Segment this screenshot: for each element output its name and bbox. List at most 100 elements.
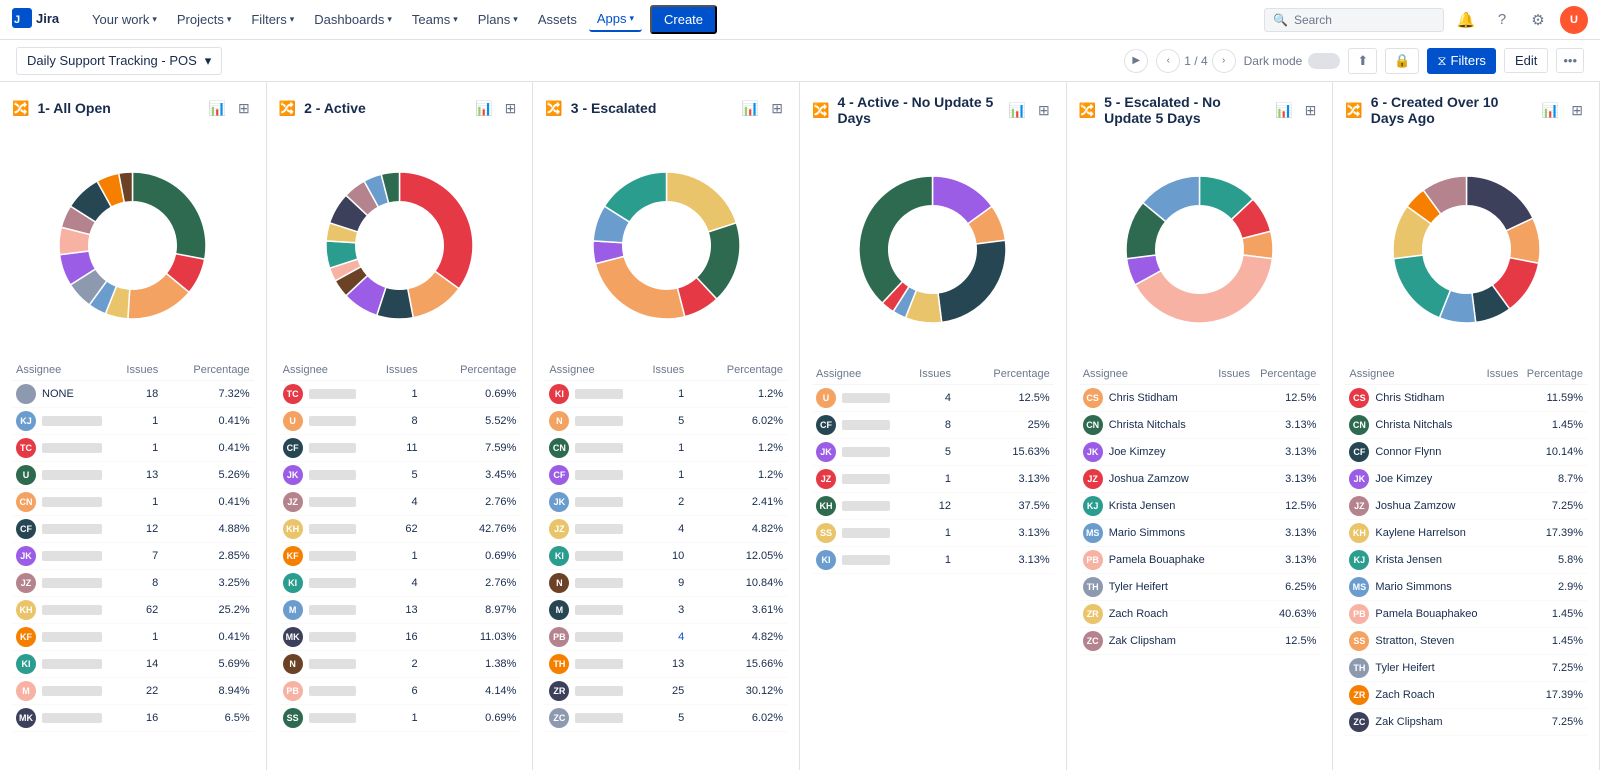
dashboard-nav: Daily Support Tracking - POS ▾ ▶ ‹ 1 / 4… <box>0 40 1600 82</box>
gadget-icon-g2: 🔀 <box>279 100 296 117</box>
chevron-down-icon: ▾ <box>387 14 392 25</box>
issues-cell: 4 <box>360 489 421 516</box>
assignee-cell: SS <box>279 705 361 732</box>
dark-mode-switch[interactable] <box>1308 53 1340 69</box>
chart-icon-g1[interactable]: 📊 <box>205 98 230 119</box>
avatar-sm: ZR <box>1349 685 1369 705</box>
pct-cell: 3.13% <box>1254 547 1320 574</box>
create-button[interactable]: Create <box>650 5 717 34</box>
assignee-cell: CN Christa Nitchals <box>1345 412 1482 439</box>
blurred-name <box>842 501 890 511</box>
col-pct: Percentage <box>162 360 253 381</box>
donut-g4 <box>812 134 1054 364</box>
issues-cell <box>1482 412 1522 439</box>
assignee-name: Chris Stidham <box>1109 392 1178 404</box>
avatar-sm: MS <box>1349 577 1369 597</box>
table-icon-g4[interactable]: ⊞ <box>1034 100 1054 121</box>
topnav-right: 🔍 Search 🔔 ? ⚙ U <box>1264 6 1588 34</box>
table-icon-g1[interactable]: ⊞ <box>234 98 254 119</box>
notifications-icon[interactable]: 🔔 <box>1452 6 1480 34</box>
assignee-cell: CF <box>545 462 627 489</box>
avatar-sm: MK <box>283 627 303 647</box>
help-icon[interactable]: ? <box>1488 6 1516 34</box>
dashboard-name: Daily Support Tracking - POS <box>27 53 197 68</box>
table-row: CS Chris Stidham 11.59% <box>1345 385 1587 412</box>
table-row: CN Christa Nitchals 3.13% <box>1079 412 1321 439</box>
next-button[interactable]: › <box>1212 49 1236 73</box>
table-row: JK 5 3.45% <box>279 462 521 489</box>
dashboard-selector[interactable]: Daily Support Tracking - POS ▾ <box>16 47 222 75</box>
edit-button[interactable]: Edit <box>1504 48 1548 73</box>
nav-arrows: ‹ 1 / 4 › <box>1156 49 1235 73</box>
pct-cell: 6.02% <box>688 408 787 435</box>
chart-icon-g4[interactable]: 📊 <box>1005 100 1030 121</box>
nav-plans[interactable]: Plans ▾ <box>470 8 526 31</box>
nav-apps[interactable]: Apps ▾ <box>589 7 642 32</box>
blurred-name <box>309 389 357 399</box>
table-row: KH 62 42.76% <box>279 516 521 543</box>
data-table-g1: Assignee Issues Percentage NONE 18 7.32%… <box>12 360 254 732</box>
issues-cell: 4 <box>627 624 688 651</box>
table-row: KF 1 0.41% <box>12 624 254 651</box>
pct-cell: 0.69% <box>422 543 521 570</box>
filters-button[interactable]: ⧖ Filters <box>1427 48 1496 74</box>
lock-button[interactable]: 🔒 <box>1385 48 1419 74</box>
donut-g2 <box>279 130 521 360</box>
pct-cell: 8.94% <box>162 678 253 705</box>
prev-button[interactable]: ‹ <box>1156 49 1180 73</box>
jira-logo[interactable]: J Jira <box>12 8 72 32</box>
table-row: CS Chris Stidham 12.5% <box>1079 385 1321 412</box>
chart-icon-g2[interactable]: 📊 <box>471 98 496 119</box>
pct-cell: 4.82% <box>688 516 787 543</box>
issues-cell: 4 <box>627 516 688 543</box>
issues-cell: 16 <box>360 624 421 651</box>
more-button[interactable]: ••• <box>1556 48 1584 73</box>
search-input[interactable]: 🔍 Search <box>1264 8 1444 32</box>
issues-cell: 5 <box>627 408 688 435</box>
issues-cell <box>1482 439 1522 466</box>
avatar-sm: M <box>283 600 303 620</box>
pct-cell: 37.5% <box>955 493 1054 520</box>
assignee-name: Zach Roach <box>1109 608 1168 620</box>
avatar-sm: PB <box>1083 550 1103 570</box>
nav-your-work[interactable]: Your work ▾ <box>84 8 165 31</box>
col-assignee: Assignee <box>812 364 894 385</box>
assignee-cell: MK <box>12 705 106 732</box>
pct-cell: 3.25% <box>162 570 253 597</box>
issues-cell: 5 <box>360 462 421 489</box>
avatar-sm: KH <box>283 519 303 539</box>
assignee-cell: MS Mario Simmons <box>1079 520 1213 547</box>
nav-dashboards[interactable]: Dashboards ▾ <box>306 8 400 31</box>
nav-projects[interactable]: Projects ▾ <box>169 8 240 31</box>
chart-icon-g5[interactable]: 📊 <box>1271 100 1296 121</box>
share-button[interactable]: ⬆ <box>1348 48 1377 74</box>
assignee-cell: JZ <box>279 489 361 516</box>
settings-icon[interactable]: ⚙ <box>1524 6 1552 34</box>
table-icon-g6[interactable]: ⊞ <box>1567 100 1587 121</box>
gadget-g5: 🔀 5 - Escalated - No Update 5 Days 📊 ⊞ A… <box>1067 82 1334 770</box>
nav-controls: ▶ ‹ 1 / 4 › Dark mode ⬆ 🔒 ⧖ Filters Edit… <box>1124 48 1584 74</box>
pct-cell: 5.8% <box>1522 547 1587 574</box>
play-button[interactable]: ▶ <box>1124 49 1148 73</box>
table-icon-g3[interactable]: ⊞ <box>767 98 787 119</box>
gadget-header-g2: 🔀 2 - Active 📊 ⊞ <box>279 94 521 122</box>
nav-teams[interactable]: Teams ▾ <box>404 8 466 31</box>
nav-assets[interactable]: Assets <box>530 8 585 31</box>
gadget-actions-g2: 📊 ⊞ <box>471 98 520 119</box>
pct-cell: 40.63% <box>1254 601 1320 628</box>
nav-filters[interactable]: Filters ▾ <box>243 8 302 31</box>
blurred-name <box>309 416 357 426</box>
assignee-cell: CS Chris Stidham <box>1345 385 1482 412</box>
assignee-cell: U <box>812 385 894 412</box>
pct-cell: 8.7% <box>1522 466 1587 493</box>
chart-icon-g6[interactable]: 📊 <box>1538 100 1563 121</box>
chart-icon-g3[interactable]: 📊 <box>738 98 763 119</box>
issues-cell <box>1213 574 1254 601</box>
avatar[interactable]: U <box>1560 6 1588 34</box>
table-icon-g5[interactable]: ⊞ <box>1301 100 1321 121</box>
blurred-name <box>309 443 357 453</box>
table-row: M 3 3.61% <box>545 597 787 624</box>
assignee-cell: TH Tyler Heifert <box>1079 574 1213 601</box>
table-icon-g2[interactable]: ⊞ <box>501 98 521 119</box>
assignee-cell: PB Pamela Bouaphake <box>1079 547 1213 574</box>
